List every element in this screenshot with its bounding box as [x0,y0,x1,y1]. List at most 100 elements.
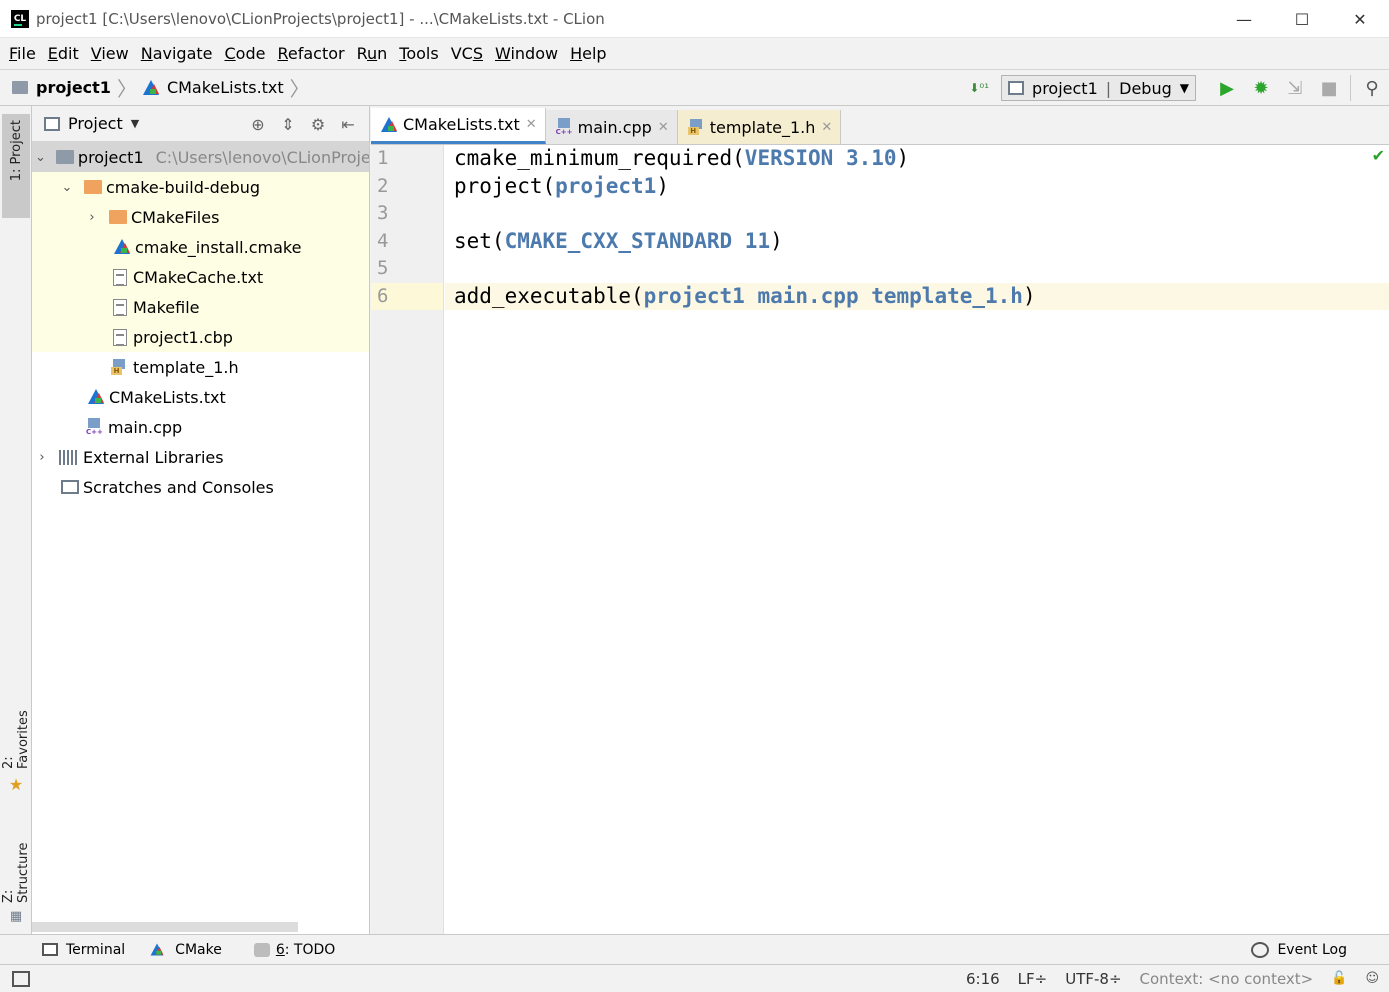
run-button[interactable]: ▶ [1210,70,1244,106]
menu-item-tools[interactable]: Tools [393,44,444,63]
tree-node-scratches[interactable]: Scratches and Consoles [32,472,369,502]
breadcrumb: project1 〉 CMakeLists.txt 〉 [0,73,316,102]
tree-node-cmake-build-debug[interactable]: ⌄ cmake-build-debug [32,172,369,202]
hide-panel-icon[interactable]: ⇤ [333,115,363,134]
text-file-icon [113,268,127,286]
code-line[interactable] [445,255,1389,283]
menu-item-edit[interactable]: Edit [42,44,85,63]
menu-item-run[interactable]: Run [351,44,394,63]
structure-icon: ▦ [9,909,23,924]
close-icon[interactable]: ✕ [658,120,669,135]
toggle-tool-windows-icon[interactable] [12,970,30,987]
terminal-tool-button[interactable]: Terminal [42,942,125,958]
tree-node-cbp[interactable]: project1.cbp [32,322,369,352]
run-configuration-selector[interactable]: project1 | Debug ▼ [1001,75,1196,101]
favorites-tab-label: 2: Favorites [1,710,31,769]
event-log-button[interactable]: Event Log [1251,941,1347,958]
tree-node-cmakefiles[interactable]: › CMakeFiles [32,202,369,232]
attach-button[interactable]: ⇲ [1278,70,1312,106]
chevron-right-icon[interactable]: › [85,210,99,225]
project-panel-header: Project ▼ ⊕ ⇕ ⚙ ⇤ [32,106,369,142]
menu-item-refactor[interactable]: Refactor [271,44,350,63]
tab-cmakelists[interactable]: CMakeLists.txt ✕ [371,108,546,144]
file-encoding[interactable]: UTF-8÷ [1065,970,1121,988]
close-icon[interactable]: ✕ [526,117,537,132]
chevron-down-icon[interactable]: ▼ [131,117,139,130]
horizontal-scrollbar[interactable] [32,922,298,932]
cmake-icon [150,943,164,956]
tree-node-cmakecache[interactable]: CMakeCache.txt [32,262,369,292]
cmake-file-icon [381,117,397,132]
cmake-file-icon [113,239,131,255]
chevron-down-icon[interactable]: ⌄ [60,180,74,195]
run-toolbar: ⬇⁰¹ project1 | Debug ▼ ▶ ✹ ⇲ ■ ⚲ [969,70,1389,106]
gear-icon[interactable]: ⚙ [303,115,333,134]
tree-node-template-h[interactable]: H template_1.h [32,352,369,382]
inspection-ok-icon[interactable]: ✔ [1372,146,1385,165]
menu-item-vcs[interactable]: VCS [445,44,489,63]
code-line-current[interactable]: add_executable(project1 main.cpp templat… [445,282,1389,310]
config-name: project1 [1032,78,1098,98]
inspector-icon[interactable]: ☺ [1365,971,1379,986]
line-number-current: 6 [371,282,443,310]
breadcrumb-file[interactable]: CMakeLists.txt [167,78,284,97]
structure-tab-label: Z: Structure [1,842,31,903]
header-file-icon: H [687,119,706,135]
editor-tabs: CMakeLists.txt ✕ C++ main.cpp ✕ H templa… [371,106,1389,145]
locate-file-icon[interactable]: ⊕ [243,115,273,134]
tree-node-external-libraries[interactable]: › External Libraries [32,442,369,472]
project-folder-icon [12,81,28,94]
code-editor[interactable]: cmake_minimum_required(VERSION 3.10) pro… [445,145,1389,310]
tab-project[interactable]: 1: Project [2,114,30,218]
tree-node-main-cpp[interactable]: C++ main.cpp [32,412,369,442]
build-sort-icon[interactable]: ⬇⁰¹ [969,81,989,95]
caret-position[interactable]: 6:16 [966,970,1000,988]
tab-main-cpp[interactable]: C++ main.cpp ✕ [545,110,678,144]
chevron-down-icon[interactable]: ⌄ [35,150,46,165]
stop-button[interactable]: ■ [1312,70,1346,106]
close-icon[interactable]: ✕ [821,120,832,135]
collapse-all-icon[interactable]: ⇕ [273,115,303,134]
tab-structure[interactable]: Z: Structure ▦ [1,820,31,924]
code-line[interactable]: cmake_minimum_required(VERSION 3.10) [445,145,1389,173]
cmake-file-icon [87,389,105,405]
context-selector[interactable]: Context: <no context> [1140,970,1314,988]
search-everywhere-button[interactable]: ⚲ [1355,70,1389,106]
navigation-bar: project1 〉 CMakeLists.txt 〉 ⬇⁰¹ project1… [0,70,1389,106]
debug-button[interactable]: ✹ [1244,70,1278,106]
header-file-icon: H [111,359,129,375]
menu-item-view[interactable]: View [85,44,135,63]
tree-node-makefile[interactable]: Makefile [32,292,369,322]
tab-template-h[interactable]: H template_1.h ✕ [677,110,842,144]
line-separator[interactable]: LF÷ [1018,970,1048,988]
menu-item-window[interactable]: Window [489,44,564,63]
tree-node-cmake-install[interactable]: cmake_install.cmake [32,232,369,262]
menu-item-help[interactable]: Help [564,44,612,63]
menu-item-navigate[interactable]: Navigate [135,44,219,63]
minimize-button[interactable]: — [1215,0,1273,38]
tree-node-cmakelists[interactable]: CMakeLists.txt [32,382,369,412]
project-tree: ⌄ project1 C:\Users\lenovo\CLionProjects… [32,142,369,502]
tool-window-bar: Terminal CMake 6: TODO Event Log [0,934,1389,964]
line-number: 4 [377,229,389,252]
menu-item-file[interactable]: File [3,44,42,63]
libraries-icon [59,449,79,465]
cpp-file-icon: C++ [556,118,574,136]
close-window-button[interactable]: ✕ [1331,0,1389,38]
todo-tool-button[interactable]: 6: TODO [253,942,335,958]
code-line[interactable]: set(CMAKE_CXX_STANDARD 11) [445,228,1389,256]
code-line[interactable]: project(project1) [445,173,1389,201]
maximize-button[interactable]: ☐ [1273,0,1331,38]
chevron-right-icon[interactable]: › [35,450,49,465]
root-path: C:\Users\lenovo\CLionProjects\project1 [155,147,369,167]
code-line[interactable] [445,200,1389,228]
project-view-selector[interactable]: Project [68,114,123,133]
breadcrumb-project[interactable]: project1 [36,78,111,97]
scratches-icon [61,480,79,494]
cmake-tool-button[interactable]: CMake [149,942,222,958]
lock-icon[interactable]: 🔓 [1331,971,1347,986]
tree-node-project-root[interactable]: ⌄ project1 C:\Users\lenovo\CLionProjects… [32,142,369,172]
text-file-icon [113,328,127,346]
menu-item-code[interactable]: Code [219,44,272,63]
tab-favorites[interactable]: 2: Favorites ★ [1,690,31,794]
